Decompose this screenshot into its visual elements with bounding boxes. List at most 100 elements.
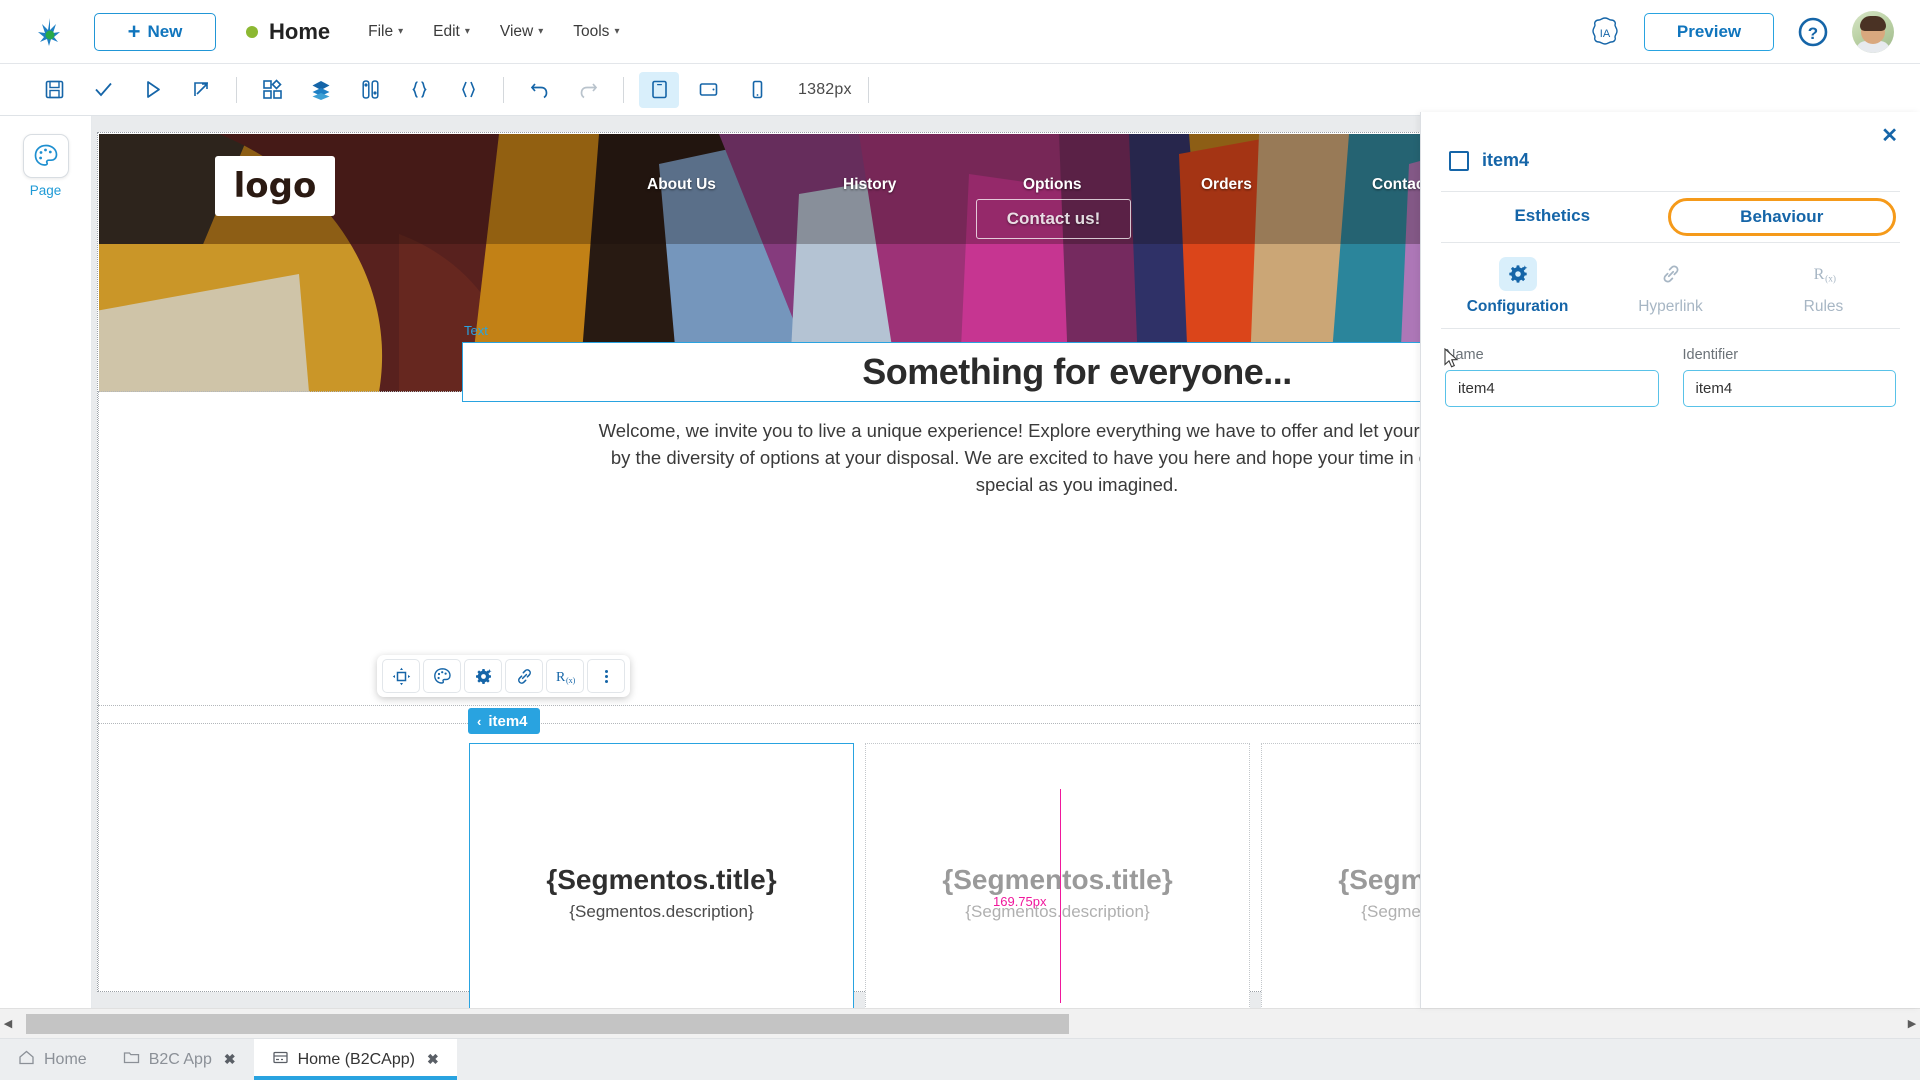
tablet-view-icon[interactable] <box>688 72 728 108</box>
tab-esthetics[interactable]: Esthetics <box>1441 192 1664 242</box>
ia-assistant-icon[interactable]: IA <box>1588 15 1622 49</box>
layers-icon[interactable] <box>301 72 341 108</box>
subtab-hyperlink-label: Hyperlink <box>1638 298 1703 315</box>
measurement-line <box>1060 789 1061 1003</box>
status-dot-icon <box>246 25 258 38</box>
folder-icon <box>123 1049 140 1071</box>
properties-panel: ✕ item4 Esthetics Behaviour Configuratio… <box>1420 112 1920 1008</box>
help-icon[interactable]: ? <box>1796 15 1830 49</box>
save-icon[interactable] <box>34 72 74 108</box>
segment-card-title: {Segmentos.title} <box>942 864 1173 895</box>
scrollbar-thumb[interactable] <box>26 1013 1069 1034</box>
selected-element-badge[interactable]: ‹ item4 <box>468 708 540 734</box>
panel-tabs: Esthetics Behaviour <box>1441 192 1900 242</box>
svg-text:IA: IA <box>1600 28 1611 40</box>
rail-item-page-label: Page <box>29 183 62 198</box>
paragraph-text: Welcome, we invite you to live a unique … <box>598 420 1556 495</box>
element-checkbox[interactable] <box>1449 150 1469 171</box>
toolbar-separator <box>623 76 624 103</box>
move-icon[interactable] <box>382 659 420 693</box>
frog-brand-icon[interactable] <box>30 12 70 52</box>
close-icon[interactable]: ✕ <box>1881 126 1898 146</box>
link-icon <box>1652 257 1690 291</box>
rules-icon[interactable]: R (x) <box>546 659 584 693</box>
code-icon[interactable] <box>448 72 488 108</box>
hero-link-history[interactable]: History <box>843 176 896 194</box>
segment-card-description: {Segmentos.description} <box>569 902 754 921</box>
data-sources-icon[interactable] <box>350 72 390 108</box>
menu-view[interactable]: View ▾ <box>500 23 543 41</box>
scroll-left-arrow-icon[interactable]: ◀ <box>0 1017 16 1030</box>
settings-sparkle-icon <box>1498 257 1537 291</box>
home-icon <box>18 1049 35 1071</box>
svg-text:?: ? <box>1808 24 1818 43</box>
panel-title: item4 <box>1482 150 1530 170</box>
undo-icon[interactable] <box>519 72 559 108</box>
hero-link-about-us[interactable]: About Us <box>647 176 716 194</box>
menu-file[interactable]: File ▾ <box>368 23 403 41</box>
field-identifier: Identifier <box>1682 347 1896 407</box>
toolbar-separator <box>503 76 504 103</box>
menu-tools[interactable]: Tools ▾ <box>573 23 619 41</box>
subtab-hyperlink[interactable]: Hyperlink <box>1594 257 1747 316</box>
tab-behaviour[interactable]: Behaviour <box>1667 198 1896 236</box>
close-icon[interactable]: ✖ <box>427 1051 439 1068</box>
close-icon[interactable]: ✖ <box>224 1051 236 1068</box>
more-vertical-icon[interactable] <box>587 659 625 693</box>
scroll-right-arrow-icon[interactable]: ▶ <box>1904 1017 1920 1030</box>
palette-icon[interactable] <box>423 659 461 693</box>
menu-tools-label: Tools <box>573 22 610 40</box>
redo-icon[interactable] <box>568 72 608 108</box>
avatar-hair <box>1860 15 1886 31</box>
bottom-tab-home[interactable]: Home <box>0 1039 105 1080</box>
chevron-down-icon: ▾ <box>464 26 470 37</box>
bottom-tab-home-b2capp[interactable]: Home (B2CApp) ✖ <box>253 1039 457 1080</box>
page-status: Home <box>246 19 330 45</box>
svg-text:R: R <box>1813 265 1824 283</box>
name-input[interactable] <box>1445 370 1659 407</box>
segment-card-2[interactable]: {Segmentos.title} {Segmentos.description… <box>865 743 1250 1008</box>
segment-card-title: {Segmentos.title} <box>546 864 777 895</box>
segment-card-1[interactable]: {Segmentos.title} {Segmentos.description… <box>469 743 854 1008</box>
hero-link-orders[interactable]: Orders <box>1201 176 1252 194</box>
measurement-label: 169.75px <box>993 894 1047 909</box>
play-icon[interactable] <box>132 72 172 108</box>
subtab-rules[interactable]: R (x) Rules <box>1747 257 1900 316</box>
bottom-tab-home-b2capp-label: Home (B2CApp) <box>297 1050 415 1068</box>
subtab-configuration[interactable]: Configuration <box>1441 257 1594 316</box>
menu-bar: File ▾ Edit ▾ View ▾ Tools ▾ <box>368 23 619 41</box>
contact-us-button[interactable]: Contact us! <box>976 199 1131 239</box>
braces-icon[interactable] <box>399 72 439 108</box>
rail-item-page[interactable]: Page <box>0 134 91 198</box>
tab-esthetics-label: Esthetics <box>1514 206 1591 225</box>
subtab-configuration-label: Configuration <box>1466 298 1569 315</box>
user-avatar[interactable] <box>1852 10 1894 53</box>
editor-toolbar: 1382px <box>0 64 1920 116</box>
bottom-tab-b2c-app[interactable]: B2C App ✖ <box>105 1039 254 1080</box>
hero-link-options[interactable]: Options <box>1023 176 1082 194</box>
new-button[interactable]: + New <box>94 12 216 51</box>
rules-icon: R (x) <box>1805 257 1843 291</box>
zoom-level-value[interactable]: 1382px <box>798 81 852 99</box>
settings-sparkle-icon[interactable] <box>464 659 502 693</box>
identifier-input[interactable] <box>1682 370 1896 407</box>
palette-icon <box>22 134 69 178</box>
bottom-tab-b2c-app-label: B2C App <box>148 1050 212 1068</box>
scrollbar-track[interactable] <box>16 1013 1904 1034</box>
publish-icon[interactable] <box>181 72 221 108</box>
top-bar-right: IA Preview ? <box>1588 10 1894 53</box>
preview-button[interactable]: Preview <box>1644 12 1774 51</box>
chevron-down-icon: ▾ <box>398 26 404 37</box>
menu-edit-label: Edit <box>433 22 460 40</box>
desktop-view-icon[interactable] <box>639 71 679 108</box>
horizontal-scrollbar[interactable]: ◀ ▶ <box>0 1008 1920 1038</box>
check-icon[interactable] <box>83 72 123 108</box>
subtab-rules-label: Rules <box>1803 298 1844 315</box>
field-name-label: Name <box>1445 347 1484 363</box>
link-icon[interactable] <box>505 659 543 693</box>
tab-behaviour-label: Behaviour <box>1740 207 1824 226</box>
svg-text:(x): (x) <box>1825 275 1836 285</box>
menu-edit[interactable]: Edit ▾ <box>433 23 470 41</box>
components-icon[interactable] <box>252 72 292 108</box>
mobile-view-icon[interactable] <box>737 72 777 108</box>
